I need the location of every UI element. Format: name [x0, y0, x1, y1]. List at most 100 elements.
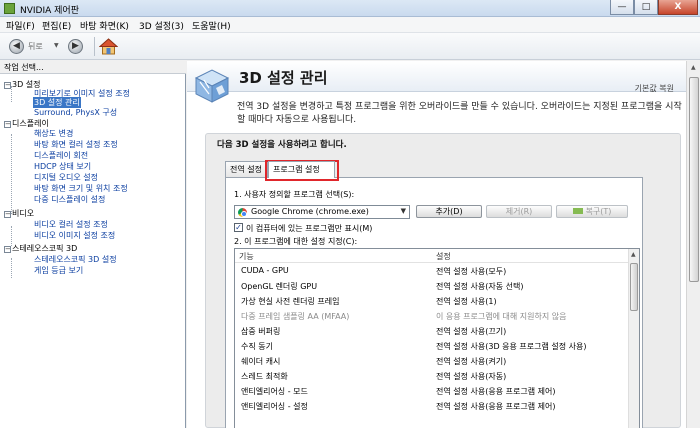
table-row[interactable]: 앤티엘리어싱 - 모드 전역 설정 사용(응용 프로그램 제어) [235, 384, 630, 399]
table-row[interactable]: OpenGL 렌더링 GPU 전역 설정 사용(자동 선택) [235, 279, 630, 294]
chrome-icon [238, 208, 247, 217]
setting-cell[interactable]: 전역 설정 사용(끄기) [436, 326, 506, 337]
table-row[interactable]: 삼중 버퍼링 전역 설정 사용(끄기) [235, 324, 630, 339]
restore-button[interactable]: 복구(T) [556, 205, 628, 218]
back-arrow-icon: ◀ [13, 41, 20, 51]
collapse-icon[interactable]: − [4, 82, 11, 89]
collapse-icon[interactable]: − [4, 121, 11, 128]
tree-item-desktop-color[interactable]: 바탕 화면 컬러 설정 조정 [34, 139, 118, 150]
nvidia-app-icon [4, 3, 15, 14]
program-select[interactable]: Google Chrome (chrome.exe) ▼ [234, 205, 410, 219]
tree-item-video-image[interactable]: 비디오 이미지 설정 조정 [34, 230, 115, 241]
tree-item-video-color[interactable]: 비디오 컬러 설정 조정 [34, 219, 108, 230]
window-title: NVIDIA 제어판 [20, 6, 79, 16]
collapse-icon[interactable]: − [4, 246, 11, 253]
table-row[interactable]: 앤티엘리어싱 - 설정 전역 설정 사용(응용 프로그램 제어) [235, 399, 630, 414]
menu-help[interactable]: 도움말(H) [192, 19, 231, 32]
feature-cell: CUDA - GPU [241, 266, 289, 275]
collapse-icon[interactable]: − [4, 211, 11, 218]
setting-cell[interactable]: 전역 설정 사용(1) [436, 296, 497, 307]
tree-item-hdcp-status[interactable]: HDCP 상태 보기 [34, 161, 91, 172]
task-pane-header: 작업 선택... [0, 61, 186, 74]
column-header-setting[interactable]: 설정 [436, 251, 451, 262]
program-select-value: Google Chrome (chrome.exe) [251, 207, 369, 216]
add-button[interactable]: 추가(D) [416, 205, 482, 218]
tree-item-surround-physx[interactable]: Surround, PhysX 구성 [34, 107, 117, 118]
page-scrollbar[interactable]: ▲ [686, 61, 700, 428]
feature-cell: 앤티엘리어싱 - 설정 [241, 402, 308, 411]
table-row[interactable]: 수직 동기 전역 설정 사용(3D 응용 프로그램 설정 사용) [235, 339, 630, 354]
feature-cell: OpenGL 렌더링 GPU [241, 282, 318, 291]
tree-item-rotate-display[interactable]: 디스플레이 회전 [34, 150, 88, 161]
scroll-up-icon[interactable]: ▲ [691, 64, 696, 71]
table-row[interactable]: 스레드 최적화 전역 설정 사용(자동) [235, 369, 630, 384]
maximize-button[interactable]: □ [634, 0, 658, 15]
tree-category-video[interactable]: −비디오 [4, 208, 34, 219]
table-row[interactable]: 쉐이더 캐시 전역 설정 사용(켜기) [235, 354, 630, 369]
column-header-feature[interactable]: 기능 [239, 252, 254, 261]
feature-cell: 쉐이더 캐시 [241, 357, 281, 366]
settings-group: 다음 3D 설정을 사용하려고 합니다. 전역 설정 프로그램 설정 1. 사용… [205, 133, 681, 428]
nvidia-gpu-icon [572, 208, 583, 214]
back-button[interactable]: ◀ [9, 39, 24, 54]
table-scroll-thumb[interactable] [630, 263, 638, 311]
setting-cell[interactable]: 전역 설정 사용(응용 프로그램 제어) [436, 386, 555, 397]
tree-item-game-ratings[interactable]: 게임 등급 보기 [34, 265, 83, 276]
page-title: 3D 설정 관리 [239, 69, 328, 87]
setting-cell[interactable]: 전역 설정 사용(자동) [436, 371, 506, 382]
feature-cell: 스레드 최적화 [241, 372, 288, 381]
content-pane: 3D 설정 관리 기본값 복원 전역 3D 설정을 변경하고 특정 프로그램을 … [187, 61, 686, 428]
toolbar-separator [94, 37, 95, 56]
table-header: 기능 설정 [235, 249, 630, 263]
tree-item-digital-audio[interactable]: 디지털 오디오 설정 [34, 172, 98, 183]
feature-cell: 수직 동기 [241, 342, 273, 351]
tab-program-settings[interactable]: 프로그램 설정 [268, 161, 335, 178]
setting-cell[interactable]: 이 응용 프로그램에 대해 지원하지 않음 [436, 311, 566, 322]
table-scrollbar[interactable]: ▲ [628, 249, 639, 428]
menu-3d-settings[interactable]: 3D 설정(3) [139, 19, 184, 32]
feature-cell: 앤티엘리어싱 - 모드 [241, 387, 308, 396]
tree-item-stereoscopic-settings[interactable]: 스테레오스코픽 3D 설정 [34, 254, 117, 265]
menu-desktop[interactable]: 바탕 화면(K) [80, 19, 129, 32]
history-dropdown-icon[interactable]: ▼ [54, 42, 59, 49]
3d-settings-icon [194, 69, 230, 103]
page-scroll-thumb[interactable] [689, 77, 699, 282]
setting-cell[interactable]: 전역 설정 사용(자동 선택) [436, 281, 523, 292]
tree-line [11, 258, 12, 278]
tree-item-multiple-displays[interactable]: 다중 디스플레이 설정 [34, 194, 105, 205]
setting-cell[interactable]: 전역 설정 사용(3D 응용 프로그램 설정 사용) [436, 341, 587, 352]
show-installed-label[interactable]: 이 컴퓨터에 있는 프로그램만 표시(M) [246, 223, 372, 234]
table-row[interactable]: CUDA - GPU 전역 설정 사용(모두) [235, 264, 630, 279]
toolbar: ◀ 뒤로 ▼ ▶ [0, 33, 700, 60]
table-row[interactable]: 다중 프레임 샘플링 AA (MFAA) 이 응용 프로그램에 대해 지원하지 않… [235, 309, 630, 324]
window-controls: — □ X [610, 0, 698, 16]
minimize-button[interactable]: — [610, 0, 634, 15]
forward-button[interactable]: ▶ [68, 39, 83, 54]
tab-global-settings[interactable]: 전역 설정 [225, 161, 268, 177]
menu-bar: 파일(F) 편집(E) 바탕 화면(K) 3D 설정(3) 도움말(H) [0, 17, 700, 33]
setting-cell[interactable]: 전역 설정 사용(모두) [436, 266, 506, 277]
show-installed-checkbox[interactable]: ✓ [234, 223, 243, 232]
setting-cell[interactable]: 전역 설정 사용(응용 프로그램 제어) [436, 401, 555, 412]
program-settings-panel: 1. 사용자 정의할 프로그램 선택(S): Google Chrome (ch… [225, 177, 643, 428]
close-button[interactable]: X [658, 0, 698, 15]
title-bar: NVIDIA 제어판 — □ X [0, 0, 700, 17]
menu-edit[interactable]: 편집(E) [42, 19, 71, 32]
back-label[interactable]: 뒤로 [28, 41, 43, 52]
restore-defaults-link[interactable]: 기본값 복원 [635, 83, 674, 94]
scroll-up-icon[interactable]: ▲ [631, 251, 636, 258]
tree-item-change-resolution[interactable]: 해상도 변경 [34, 128, 73, 139]
settings-table: 기능 설정 CUDA - GPU 전역 설정 사용(모두) OpenGL 렌더링 G… [234, 248, 640, 428]
table-row[interactable]: 가상 현실 사전 렌더링 프레임 전역 설정 사용(1) [235, 294, 630, 309]
setting-cell[interactable]: 전역 설정 사용(켜기) [436, 356, 506, 367]
task-pane: 작업 선택... −3D 설정 미리보기로 이미지 설정 조정 3D 설정 관리… [0, 61, 186, 428]
tree-category-stereoscopic-3d[interactable]: −스테레오스코픽 3D [4, 243, 77, 254]
forward-arrow-icon: ▶ [72, 41, 79, 51]
group-heading: 다음 3D 설정을 사용하려고 합니다. [217, 140, 347, 150]
tree-item-desktop-size-position[interactable]: 바탕 화면 크기 및 위치 조정 [34, 183, 128, 194]
menu-file[interactable]: 파일(F) [6, 19, 35, 32]
select-program-label: 1. 사용자 정의할 프로그램 선택(S): [234, 190, 355, 199]
specify-settings-label: 2. 이 프로그램에 대한 설정 지정(C): [234, 237, 358, 246]
remove-button[interactable]: 제거(R) [486, 205, 552, 218]
home-icon[interactable] [99, 37, 118, 56]
